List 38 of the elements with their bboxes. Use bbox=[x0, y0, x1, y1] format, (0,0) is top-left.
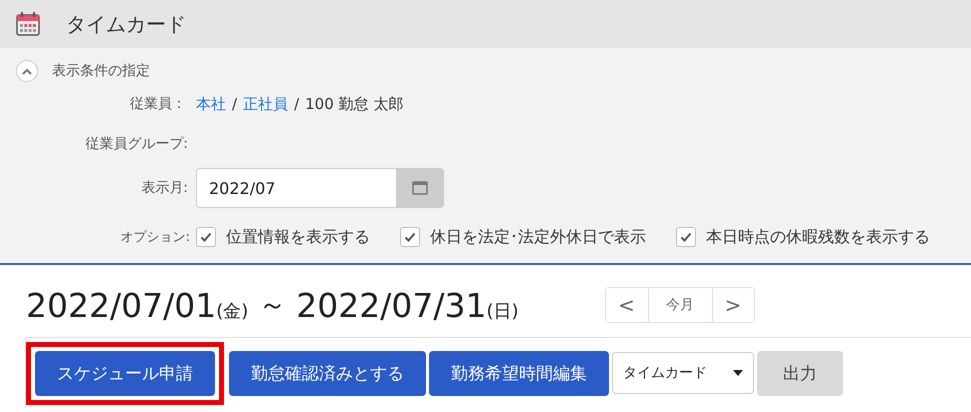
chevron-icon bbox=[22, 68, 32, 74]
start-date: 2022/07/01 bbox=[26, 286, 216, 324]
caret-icon bbox=[733, 370, 743, 376]
field-label: オプション: bbox=[120, 229, 190, 246]
check-icon bbox=[404, 231, 416, 243]
checkbox[interactable] bbox=[196, 227, 216, 247]
weekday: (金) bbox=[216, 300, 248, 323]
calendar-icon bbox=[16, 12, 40, 36]
field-label: 従業員： bbox=[129, 95, 186, 113]
check-icon bbox=[680, 231, 692, 243]
employment-type-link[interactable]: 正社員 bbox=[243, 94, 288, 114]
next-button[interactable]: > bbox=[712, 288, 754, 322]
end-date: 2022/07/31 bbox=[296, 286, 486, 324]
separator: / bbox=[232, 95, 238, 113]
month-field[interactable]: 2022/07 bbox=[196, 168, 396, 208]
option-label: 位置情報を表示する bbox=[226, 226, 370, 248]
range-separator: ～ bbox=[258, 287, 286, 323]
field-label: 従業員グループ: bbox=[84, 135, 188, 153]
view-select[interactable]: タイムカード bbox=[612, 352, 754, 394]
company-link[interactable]: 本社 bbox=[196, 94, 226, 114]
option-label: 休日を法定･法定外休日で表示 bbox=[430, 226, 646, 248]
option-label: 本日時点の休暇残数を表示する bbox=[706, 226, 930, 248]
weekday: (日) bbox=[486, 300, 518, 323]
action-button[interactable]: スケジュール申請 bbox=[35, 350, 215, 396]
collapse-button[interactable] bbox=[16, 60, 38, 82]
employee-name: 100 勤怠 太郎 bbox=[305, 94, 404, 114]
field-label: 表示月: bbox=[140, 179, 188, 197]
action-button[interactable]: 勤務希望時間編集 bbox=[429, 350, 609, 396]
action-button[interactable]: 勤怠確認済みとする bbox=[229, 350, 426, 396]
calendar-icon bbox=[412, 181, 428, 195]
page-title: タイムカード bbox=[66, 10, 186, 38]
separator: / bbox=[294, 95, 300, 113]
checkbox[interactable] bbox=[676, 227, 696, 247]
calendar-button[interactable] bbox=[396, 168, 444, 208]
checkbox[interactable] bbox=[400, 227, 420, 247]
check-icon bbox=[200, 231, 212, 243]
section-title: 表示条件の指定 bbox=[52, 62, 150, 80]
output-button[interactable]: 出力 bbox=[757, 350, 843, 396]
